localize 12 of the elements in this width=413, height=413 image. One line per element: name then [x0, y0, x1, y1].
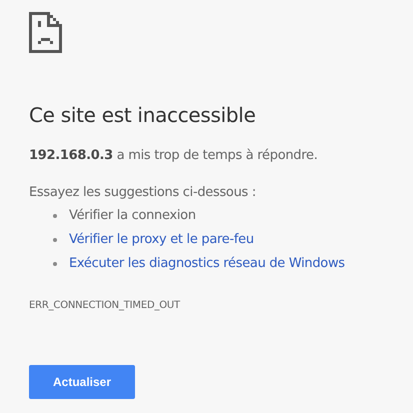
- bullet-icon: [53, 238, 57, 242]
- bullet-icon: [53, 262, 57, 266]
- bullet-icon: [53, 214, 57, 218]
- suggestion-link[interactable]: Vérifier le proxy et le pare-feu: [69, 230, 254, 250]
- suggestions-intro: Essayez les suggestions ci-dessous :: [29, 184, 257, 202]
- sad-page-icon: [29, 12, 62, 53]
- suggestion-text: Vérifier la connexion: [69, 207, 196, 226]
- error-code: ERR_CONNECTION_TIMED_OUT: [29, 299, 182, 313]
- page-heading: Ce site est inaccessible: [29, 103, 257, 127]
- reload-button[interactable]: Actualiser: [29, 365, 135, 399]
- suggestion-link[interactable]: Exécuter les diagnostics réseau de Windows: [69, 254, 345, 274]
- error-summary: 192.168.0.3 a mis trop de temps à répondre.: [29, 147, 319, 165]
